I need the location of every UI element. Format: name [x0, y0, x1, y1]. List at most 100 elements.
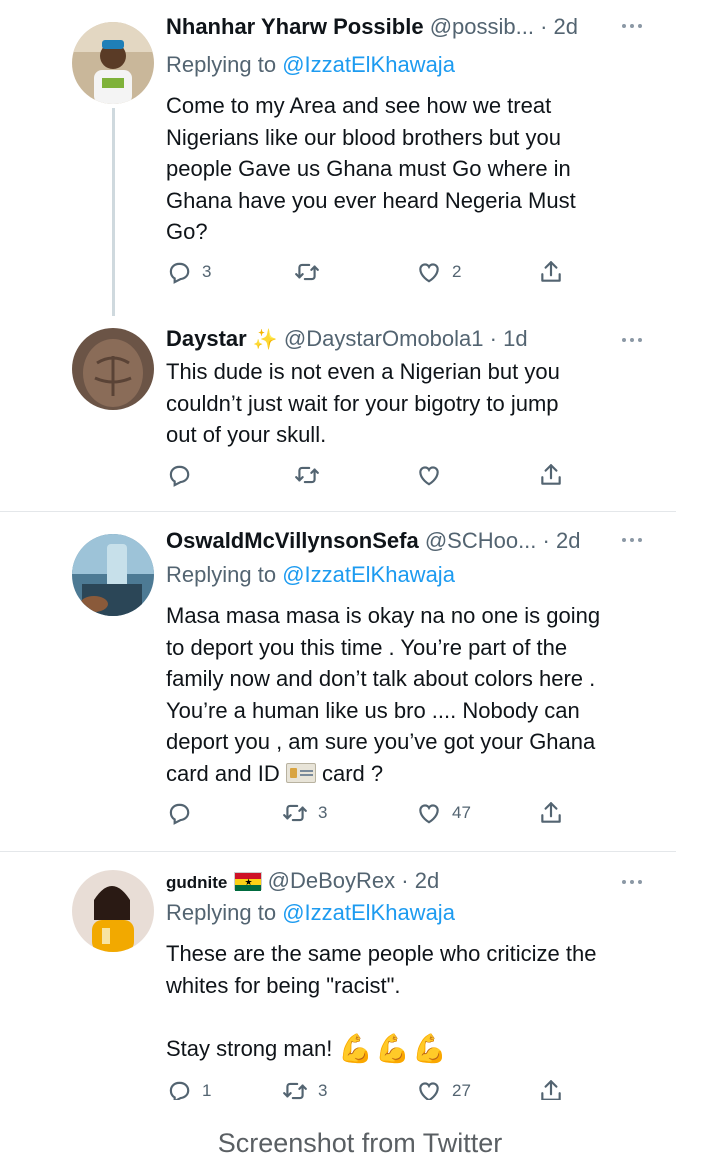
like-button[interactable]	[416, 462, 452, 488]
avatar[interactable]	[72, 534, 154, 616]
replying-prefix: Replying to	[166, 900, 283, 925]
action-bar: 3 47	[166, 800, 586, 830]
share-button[interactable]	[538, 259, 564, 285]
timestamp[interactable]: · 2d	[401, 868, 439, 893]
reply-count: 3	[202, 262, 212, 281]
share-button[interactable]	[538, 462, 564, 488]
more-options-icon[interactable]	[622, 538, 642, 542]
tweet-text-part: card ?	[315, 760, 384, 786]
share-button[interactable]	[538, 1078, 564, 1100]
action-bar: 3 2	[166, 259, 586, 289]
heart-icon	[416, 800, 442, 826]
heart-icon	[416, 462, 442, 488]
retweet-icon	[294, 259, 320, 285]
share-icon	[538, 462, 564, 488]
tweet[interactable]: gudnite ★ @DeBoyRex · 2d Replying to @Iz…	[0, 864, 720, 1100]
replying-to: Replying to @IzzatElKhawaja	[166, 50, 455, 80]
share-icon	[538, 1078, 564, 1100]
divider	[0, 851, 676, 852]
replying-to: Replying to @IzzatElKhawaja	[166, 560, 455, 590]
more-options-icon[interactable]	[622, 338, 642, 342]
tweet[interactable]: Daystar ✨ @DaystarOmobola1 · 1d This dud…	[0, 320, 720, 510]
user-handle[interactable]: @DeBoyRex	[268, 868, 396, 893]
retweet-icon	[282, 800, 308, 826]
tweet[interactable]: OswaldMcVillynsonSefa @SCHoo... · 2d Rep…	[0, 526, 720, 846]
retweet-button[interactable]	[294, 259, 330, 285]
retweet-icon	[282, 1078, 308, 1100]
tweet-text: Masa masa masa is okay na no one is goin…	[166, 600, 666, 789]
flexed-biceps-emoji: 💪💪💪	[338, 1033, 450, 1064]
like-button[interactable]: 27	[416, 1078, 471, 1100]
avatar[interactable]	[72, 870, 154, 952]
thread-line	[112, 108, 115, 316]
like-count: 27	[452, 1081, 471, 1100]
like-count: 2	[452, 262, 462, 281]
tweet-header: OswaldMcVillynsonSefa @SCHoo... · 2d	[166, 526, 580, 556]
tweet-text-content: This dude is not even a Nigerian but you…	[166, 359, 560, 447]
share-button[interactable]	[538, 800, 564, 826]
action-bar: 1 3 27	[166, 1078, 586, 1100]
tweet-header: gudnite ★ @DeBoyRex · 2d	[166, 866, 439, 898]
display-name[interactable]: Nhanhar Yharw Possible	[166, 14, 424, 39]
ghana-flag-emoji: ★	[233, 872, 262, 891]
replying-prefix: Replying to	[166, 52, 283, 77]
tweet-text: Come to my Area and see how we treat Nig…	[166, 90, 666, 248]
avatar[interactable]	[72, 22, 154, 104]
user-handle[interactable]: @DaystarOmobola1	[284, 326, 484, 351]
like-count: 47	[452, 803, 471, 822]
replying-to-link[interactable]: @IzzatElKhawaja	[282, 900, 455, 925]
display-name[interactable]: gudnite	[166, 873, 227, 892]
replying-to: Replying to @IzzatElKhawaja	[166, 898, 455, 928]
reply-icon	[166, 800, 192, 826]
retweet-icon	[294, 462, 320, 488]
id-card-emoji	[285, 762, 316, 783]
retweet-button[interactable]: 3	[282, 800, 327, 826]
retweet-button[interactable]	[294, 462, 330, 488]
heart-icon	[416, 259, 442, 285]
timestamp[interactable]: · 2d	[543, 528, 581, 553]
reply-count: 1	[202, 1081, 212, 1100]
more-options-icon[interactable]	[622, 880, 642, 884]
like-button[interactable]: 47	[416, 800, 471, 826]
retweet-count: 3	[318, 1081, 328, 1100]
tweet[interactable]: Nhanhar Yharw Possible @possib... · 2d R…	[0, 12, 720, 316]
retweet-count: 3	[318, 803, 328, 822]
timestamp[interactable]: · 1d	[490, 326, 528, 351]
replying-to-link[interactable]: @IzzatElKhawaja	[282, 562, 455, 587]
like-button[interactable]: 2	[416, 259, 461, 285]
tweet-text-content-2: Stay strong man! 💪💪💪	[166, 1033, 666, 1065]
tweet-text-content: Masa masa masa is okay na no one is goin…	[166, 600, 666, 789]
tweet-text-part: Masa masa masa is okay na no one is goin…	[166, 603, 601, 786]
display-name[interactable]: Daystar	[166, 326, 247, 351]
reply-icon	[166, 259, 192, 285]
divider	[0, 511, 676, 512]
screenshot-caption: Screenshot from Twitter	[217, 1128, 503, 1158]
reply-icon	[166, 1078, 192, 1100]
reply-button[interactable]: 3	[166, 259, 211, 285]
share-icon	[538, 259, 564, 285]
heart-icon	[416, 1078, 442, 1100]
tweet-text: This dude is not even a Nigerian but you…	[166, 356, 666, 451]
reply-icon	[166, 462, 192, 488]
reply-button[interactable]: 1	[166, 1078, 211, 1100]
sparkles-emoji: ✨	[252, 329, 278, 351]
display-name[interactable]: OswaldMcVillynsonSefa	[166, 528, 419, 553]
tweet-header: Daystar ✨ @DaystarOmobola1 · 1d	[166, 324, 528, 355]
replying-prefix: Replying to	[166, 562, 283, 587]
tweet-text-part: Stay strong man!	[166, 1036, 339, 1061]
action-bar	[166, 462, 586, 492]
replying-to-link[interactable]: @IzzatElKhawaja	[282, 52, 455, 77]
tweet-text: These are the same people who criticize …	[166, 938, 666, 1065]
tweet-text-content: These are the same people who criticize …	[166, 941, 597, 998]
user-handle[interactable]: @possib...	[430, 14, 534, 39]
more-options-icon[interactable]	[622, 24, 642, 28]
retweet-button[interactable]: 3	[282, 1078, 327, 1100]
tweet-header: Nhanhar Yharw Possible @possib... · 2d	[166, 12, 578, 42]
reply-button[interactable]	[166, 800, 202, 826]
user-handle[interactable]: @SCHoo...	[425, 528, 537, 553]
reply-button[interactable]	[166, 462, 202, 488]
share-icon	[538, 800, 564, 826]
avatar[interactable]	[72, 328, 154, 410]
tweet-text-content: Come to my Area and see how we treat Nig…	[166, 93, 576, 244]
timestamp[interactable]: · 2d	[540, 14, 578, 39]
